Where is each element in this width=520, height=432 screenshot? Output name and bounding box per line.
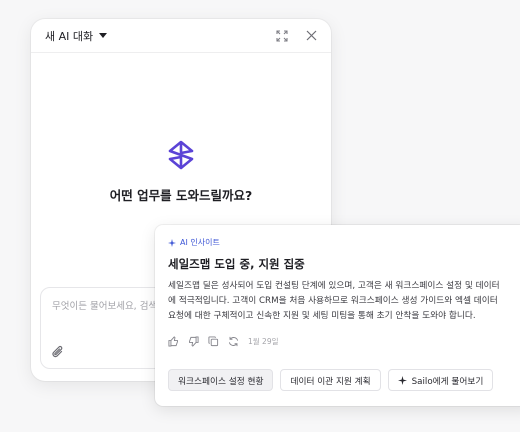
chat-prompt: 어떤 업무를 도와드릴까요?: [109, 188, 253, 203]
sparkle-icon: [397, 375, 407, 385]
refresh-icon[interactable]: [228, 336, 239, 347]
ai-insight-card: AI 인사이트 세일즈맵 도입 중, 지원 집중 세일즈맵 딜은 성사되어 도입…: [155, 225, 520, 406]
chat-header: 새 AI 대화: [31, 19, 331, 53]
chip-label: 데이터 이관 지원 계획: [290, 376, 371, 387]
copy-icon[interactable]: [208, 336, 219, 347]
insight-body-line: 요청에 대한 구체적이고 신속한 지원 및 세팅 미팅을 통해 초기 안착을 도…: [168, 311, 476, 321]
chip-label: Sailo에게 물어보기: [411, 376, 484, 387]
ask-sailo-chip[interactable]: Sailo에게 물어보기: [387, 369, 494, 391]
insight-title: 세일즈맵 도입 중, 지원 집중: [168, 257, 305, 271]
header-actions: [276, 29, 317, 42]
insight-date: 1월 29일: [248, 337, 279, 346]
thumbs-up-icon[interactable]: [168, 336, 179, 347]
sailo-logo-icon: [168, 140, 194, 170]
close-icon[interactable]: [306, 30, 317, 41]
ai-insight-badge: AI 인사이트: [168, 237, 220, 248]
data-migration-chip[interactable]: 데이터 이관 지원 계획: [280, 369, 381, 391]
chat-title[interactable]: 새 AI 대화: [45, 28, 93, 44]
ai-insight-label: AI 인사이트: [180, 238, 220, 247]
suggestion-chips: 워크스페이스 설정 현황 데이터 이관 지원 계획 Sailo에게 물어보기: [168, 369, 494, 391]
expand-icon[interactable]: [276, 29, 288, 42]
insight-body: 세일즈맵 딜은 성사되어 도입 컨설팅 단계에 있으며, 고객은 새 워크스페이…: [168, 279, 520, 324]
sparkle-icon: [168, 238, 176, 247]
chip-label: 워크스페이스 설정 현황: [178, 376, 264, 387]
insight-body-line: 세일즈맵 딜은 성사되어 도입 컨설팅 단계에 있으며, 고객은 새 워크스페이…: [168, 281, 500, 291]
workspace-status-chip[interactable]: 워크스페이스 설정 현황: [168, 369, 274, 391]
paperclip-icon[interactable]: [52, 345, 64, 359]
insight-actions: 1월 29일: [168, 336, 279, 347]
chevron-down-icon[interactable]: [99, 33, 108, 38]
thumbs-down-icon[interactable]: [188, 336, 199, 347]
insight-body-line: 에 적극적입니다. 고객이 CRM을 처음 사용하므로 워크스페이스 생성 가이…: [168, 296, 498, 306]
